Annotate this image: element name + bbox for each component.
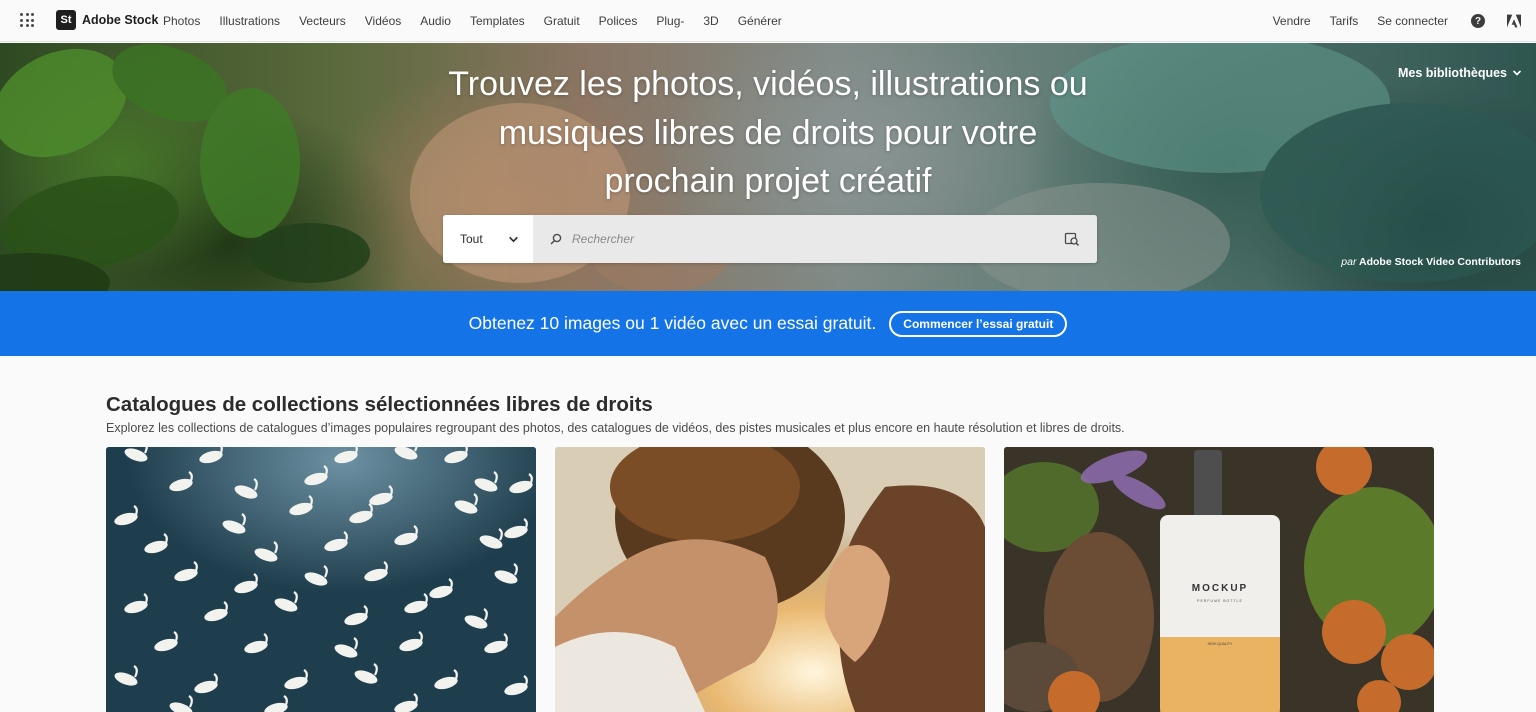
hero-title-line-3: prochain projet créatif <box>604 162 932 200</box>
nav-link-audio[interactable]: Audio <box>420 14 451 28</box>
my-libraries-label: Mes bibliothèques <box>1397 66 1507 80</box>
swans-aerial-photo <box>106 447 536 712</box>
nav-link-plugins[interactable]: Plug- <box>656 14 684 28</box>
app-switcher-grid-icon[interactable] <box>20 13 34 27</box>
nav-link-vecteurs[interactable]: Vecteurs <box>299 14 346 28</box>
hero-title-line-1: Trouvez les photos, vidéos, illustration… <box>448 65 1088 103</box>
collection-card-couple[interactable] <box>555 447 985 712</box>
nav-link-3d[interactable]: 3D <box>703 14 718 28</box>
image-credit: par Adobe Stock Video Contributors <box>1341 256 1521 268</box>
chevron-down-icon <box>509 236 518 242</box>
nav-link-gratuit[interactable]: Gratuit <box>544 14 580 28</box>
mockup-sub: PERFUME BOTTLE <box>1197 599 1243 603</box>
my-libraries-button[interactable]: Mes bibliothèques <box>1398 66 1522 80</box>
category-nav: Photos Illustrations Vecteurs Vidéos Aud… <box>163 0 801 42</box>
promo-text: Obtenez 10 images ou 1 vidéo avec un ess… <box>468 313 877 333</box>
nav-link-vendre[interactable]: Vendre <box>1273 14 1311 28</box>
start-free-trial-button[interactable]: Commencer l’essai gratuit <box>889 310 1068 337</box>
credit-name[interactable]: Adobe Stock Video Contributors <box>1359 256 1521 268</box>
search-input[interactable] <box>572 232 1064 246</box>
nav-link-photos[interactable]: Photos <box>163 14 200 28</box>
search-field-container <box>533 215 1097 263</box>
hero-title: Trouvez les photos, vidéos, illustration… <box>368 60 1168 206</box>
account-nav: Vendre Tarifs Se connecter ? <box>1273 0 1536 42</box>
credit-prefix: par <box>1341 256 1357 268</box>
mockup-quality: HIGH QUALITY <box>1208 642 1233 646</box>
collection-card-swans[interactable] <box>106 447 536 712</box>
nav-link-templates[interactable]: Templates <box>470 14 525 28</box>
mockup-label: MOCKUP <box>1192 583 1248 594</box>
chevron-down-icon <box>1512 70 1522 76</box>
collection-card-perfume[interactable]: MOCKUP PERFUME BOTTLE HIGH QUALITY <box>1004 447 1434 712</box>
nav-link-illustrations[interactable]: Illustrations <box>219 14 280 28</box>
help-icon[interactable]: ? <box>1471 14 1485 28</box>
search-scope-dropdown[interactable]: Tout <box>443 215 533 263</box>
adobe-logo-icon[interactable] <box>1507 14 1521 28</box>
couple-sunset-photo <box>555 447 985 712</box>
hero-banner: Trouvez les photos, vidéos, illustration… <box>0 43 1536 291</box>
search-scope-value: Tout <box>460 232 483 246</box>
collections-subtitle: Explorez les collections de catalogues d… <box>106 421 1125 435</box>
search-icon <box>550 233 562 245</box>
search-bar: Tout <box>443 215 1097 263</box>
collections-title: Catalogues de collections sélectionnées … <box>106 393 653 416</box>
brand-logo[interactable]: St Adobe Stock <box>56 10 158 30</box>
hero-title-line-2: musiques libres de droits pour votre <box>498 113 1038 152</box>
nav-link-tarifs[interactable]: Tarifs <box>1330 14 1359 28</box>
nav-link-videos[interactable]: Vidéos <box>365 14 401 28</box>
nav-link-polices[interactable]: Polices <box>599 14 638 28</box>
free-trial-banner: Obtenez 10 images ou 1 vidéo avec un ess… <box>0 291 1536 356</box>
visual-search-icon[interactable] <box>1064 231 1080 247</box>
perfume-mockup-photo: MOCKUP PERFUME BOTTLE HIGH QUALITY <box>1004 447 1434 712</box>
nav-link-generer[interactable]: Générer <box>738 14 782 28</box>
brand-name: Adobe Stock <box>82 13 159 27</box>
top-navigation: St Adobe Stock Photos Illustrations Vect… <box>0 0 1536 42</box>
sign-in-link[interactable]: Se connecter <box>1377 14 1448 28</box>
adobe-stock-logo-icon: St <box>56 10 76 30</box>
